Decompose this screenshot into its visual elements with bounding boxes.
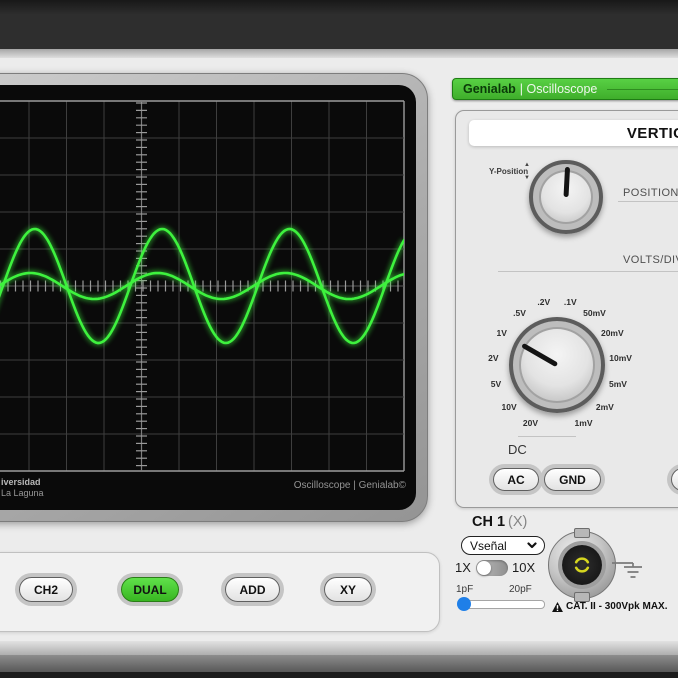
- ch1-axis-suffix: (X): [508, 514, 527, 530]
- top-chassis-trim: [0, 49, 678, 58]
- volts-scale-label: 1mV: [575, 418, 593, 428]
- university-logo-line2: La Laguna: [1, 488, 44, 499]
- bottom-chassis-trim: [0, 641, 678, 655]
- volts-div-label: VOLTS/DIV: [623, 254, 678, 266]
- safety-warning-text: CAT. II - 300Vpk MAX.: [566, 601, 668, 612]
- chevron-down-icon: [527, 542, 537, 549]
- atten-toggle[interactable]: [476, 560, 508, 576]
- bnc-core: [562, 545, 602, 585]
- screen-credit-text: Oscilloscope | Genialab©: [294, 480, 406, 491]
- ch1-title: CH 1(X): [472, 514, 527, 530]
- brand-name: Genialab: [463, 82, 516, 96]
- volts-scale-label: 5mV: [609, 379, 627, 389]
- mode-button-add[interactable]: ADD: [225, 577, 280, 602]
- volts-scale-label: 50mV: [583, 308, 606, 318]
- y-position-down-icon[interactable]: ▼: [524, 175, 530, 181]
- ch1-source-value: Vseñal: [470, 539, 507, 553]
- volts-scale-label: .5V: [513, 308, 526, 318]
- cap-min-label: 1pF: [456, 584, 473, 595]
- volts-scale-label: .2V: [537, 297, 550, 307]
- coupling-state-label: DC: [508, 442, 527, 457]
- volts-scale-label: 20mV: [601, 328, 624, 338]
- bottom-chassis-bar: [0, 655, 678, 672]
- brand-header: Genialab | Oscilloscope: [452, 78, 678, 100]
- university-logo-line1: iversidad: [1, 477, 44, 488]
- volts-scale-label: 10mV: [609, 353, 632, 363]
- cap-slider-handle[interactable]: [457, 597, 471, 611]
- y-position-spinner: ▲ ▼: [524, 162, 530, 181]
- volts-scale-label: 10V: [502, 402, 517, 412]
- volts-div-divider: [498, 271, 678, 272]
- mode-button-dual[interactable]: DUAL: [121, 577, 179, 602]
- oscilloscope-screen: iversidad La Laguna Oscilloscope | Genia…: [0, 85, 416, 510]
- oscilloscope-screen-bezel: iversidad La Laguna Oscilloscope | Genia…: [0, 73, 428, 522]
- vertical-panel: VERTICAL Y-Position ▲ ▼ POSITION VOLTS/D…: [455, 110, 678, 508]
- y-position-knob-pointer: [564, 167, 571, 197]
- volts-scale-label: 20V: [523, 418, 538, 428]
- mode-button-xy[interactable]: XY: [324, 577, 372, 602]
- coupling-button-gnd[interactable]: GND: [544, 468, 601, 491]
- bnc-signal-icon: [572, 555, 592, 575]
- coupling-button-ac[interactable]: AC: [493, 468, 539, 491]
- ch1-source-select[interactable]: Vseñal: [461, 536, 545, 555]
- mode-buttons-panel: CH2 DUAL ADD XY: [0, 552, 440, 632]
- atten-1x-label: 1X: [455, 560, 471, 575]
- vertical-panel-title: VERTICAL: [469, 120, 678, 146]
- bottom-edge: [0, 672, 678, 678]
- coupling-divider: [518, 436, 576, 437]
- university-logo: iversidad La Laguna: [1, 477, 44, 499]
- volts-scale-label: 1V: [496, 328, 506, 338]
- oscilloscope-app: iversidad La Laguna Oscilloscope | Genia…: [0, 0, 678, 678]
- ch1-title-text: CH 1: [472, 514, 505, 530]
- atten-toggle-thumb: [477, 561, 491, 575]
- y-position-knob[interactable]: [529, 160, 603, 234]
- brand-app-name: | Oscilloscope: [520, 82, 598, 96]
- volts-div-knob[interactable]: [509, 317, 605, 413]
- ground-symbol-icon: [611, 548, 647, 580]
- warning-icon: [552, 602, 563, 612]
- top-chassis-bar: [0, 0, 678, 49]
- bnc-lug-top: [574, 528, 590, 538]
- volts-scale-label: .1V: [564, 297, 577, 307]
- y-position-up-icon[interactable]: ▲: [524, 162, 530, 168]
- volts-div-knob-pointer: [521, 343, 558, 367]
- volts-scale-label: 2V: [488, 353, 498, 363]
- position-divider: [618, 201, 678, 202]
- brand-rule: [607, 89, 678, 90]
- mode-button-ch2[interactable]: CH2: [19, 577, 73, 602]
- volts-scale-label: 5V: [491, 379, 501, 389]
- position-label: POSITION: [623, 187, 678, 199]
- volts-scale-label: 2mV: [596, 402, 614, 412]
- cap-max-label: 20pF: [509, 584, 532, 595]
- safety-warning: CAT. II - 300Vpk MAX.: [552, 601, 668, 612]
- coupling-button-dc[interactable]: DC: [671, 468, 678, 491]
- atten-10x-label: 10X: [512, 560, 535, 575]
- cap-slider[interactable]: [458, 600, 545, 609]
- y-position-label: Y-Position: [489, 167, 528, 176]
- waveform-display: [0, 85, 416, 510]
- bnc-connector[interactable]: [548, 531, 616, 599]
